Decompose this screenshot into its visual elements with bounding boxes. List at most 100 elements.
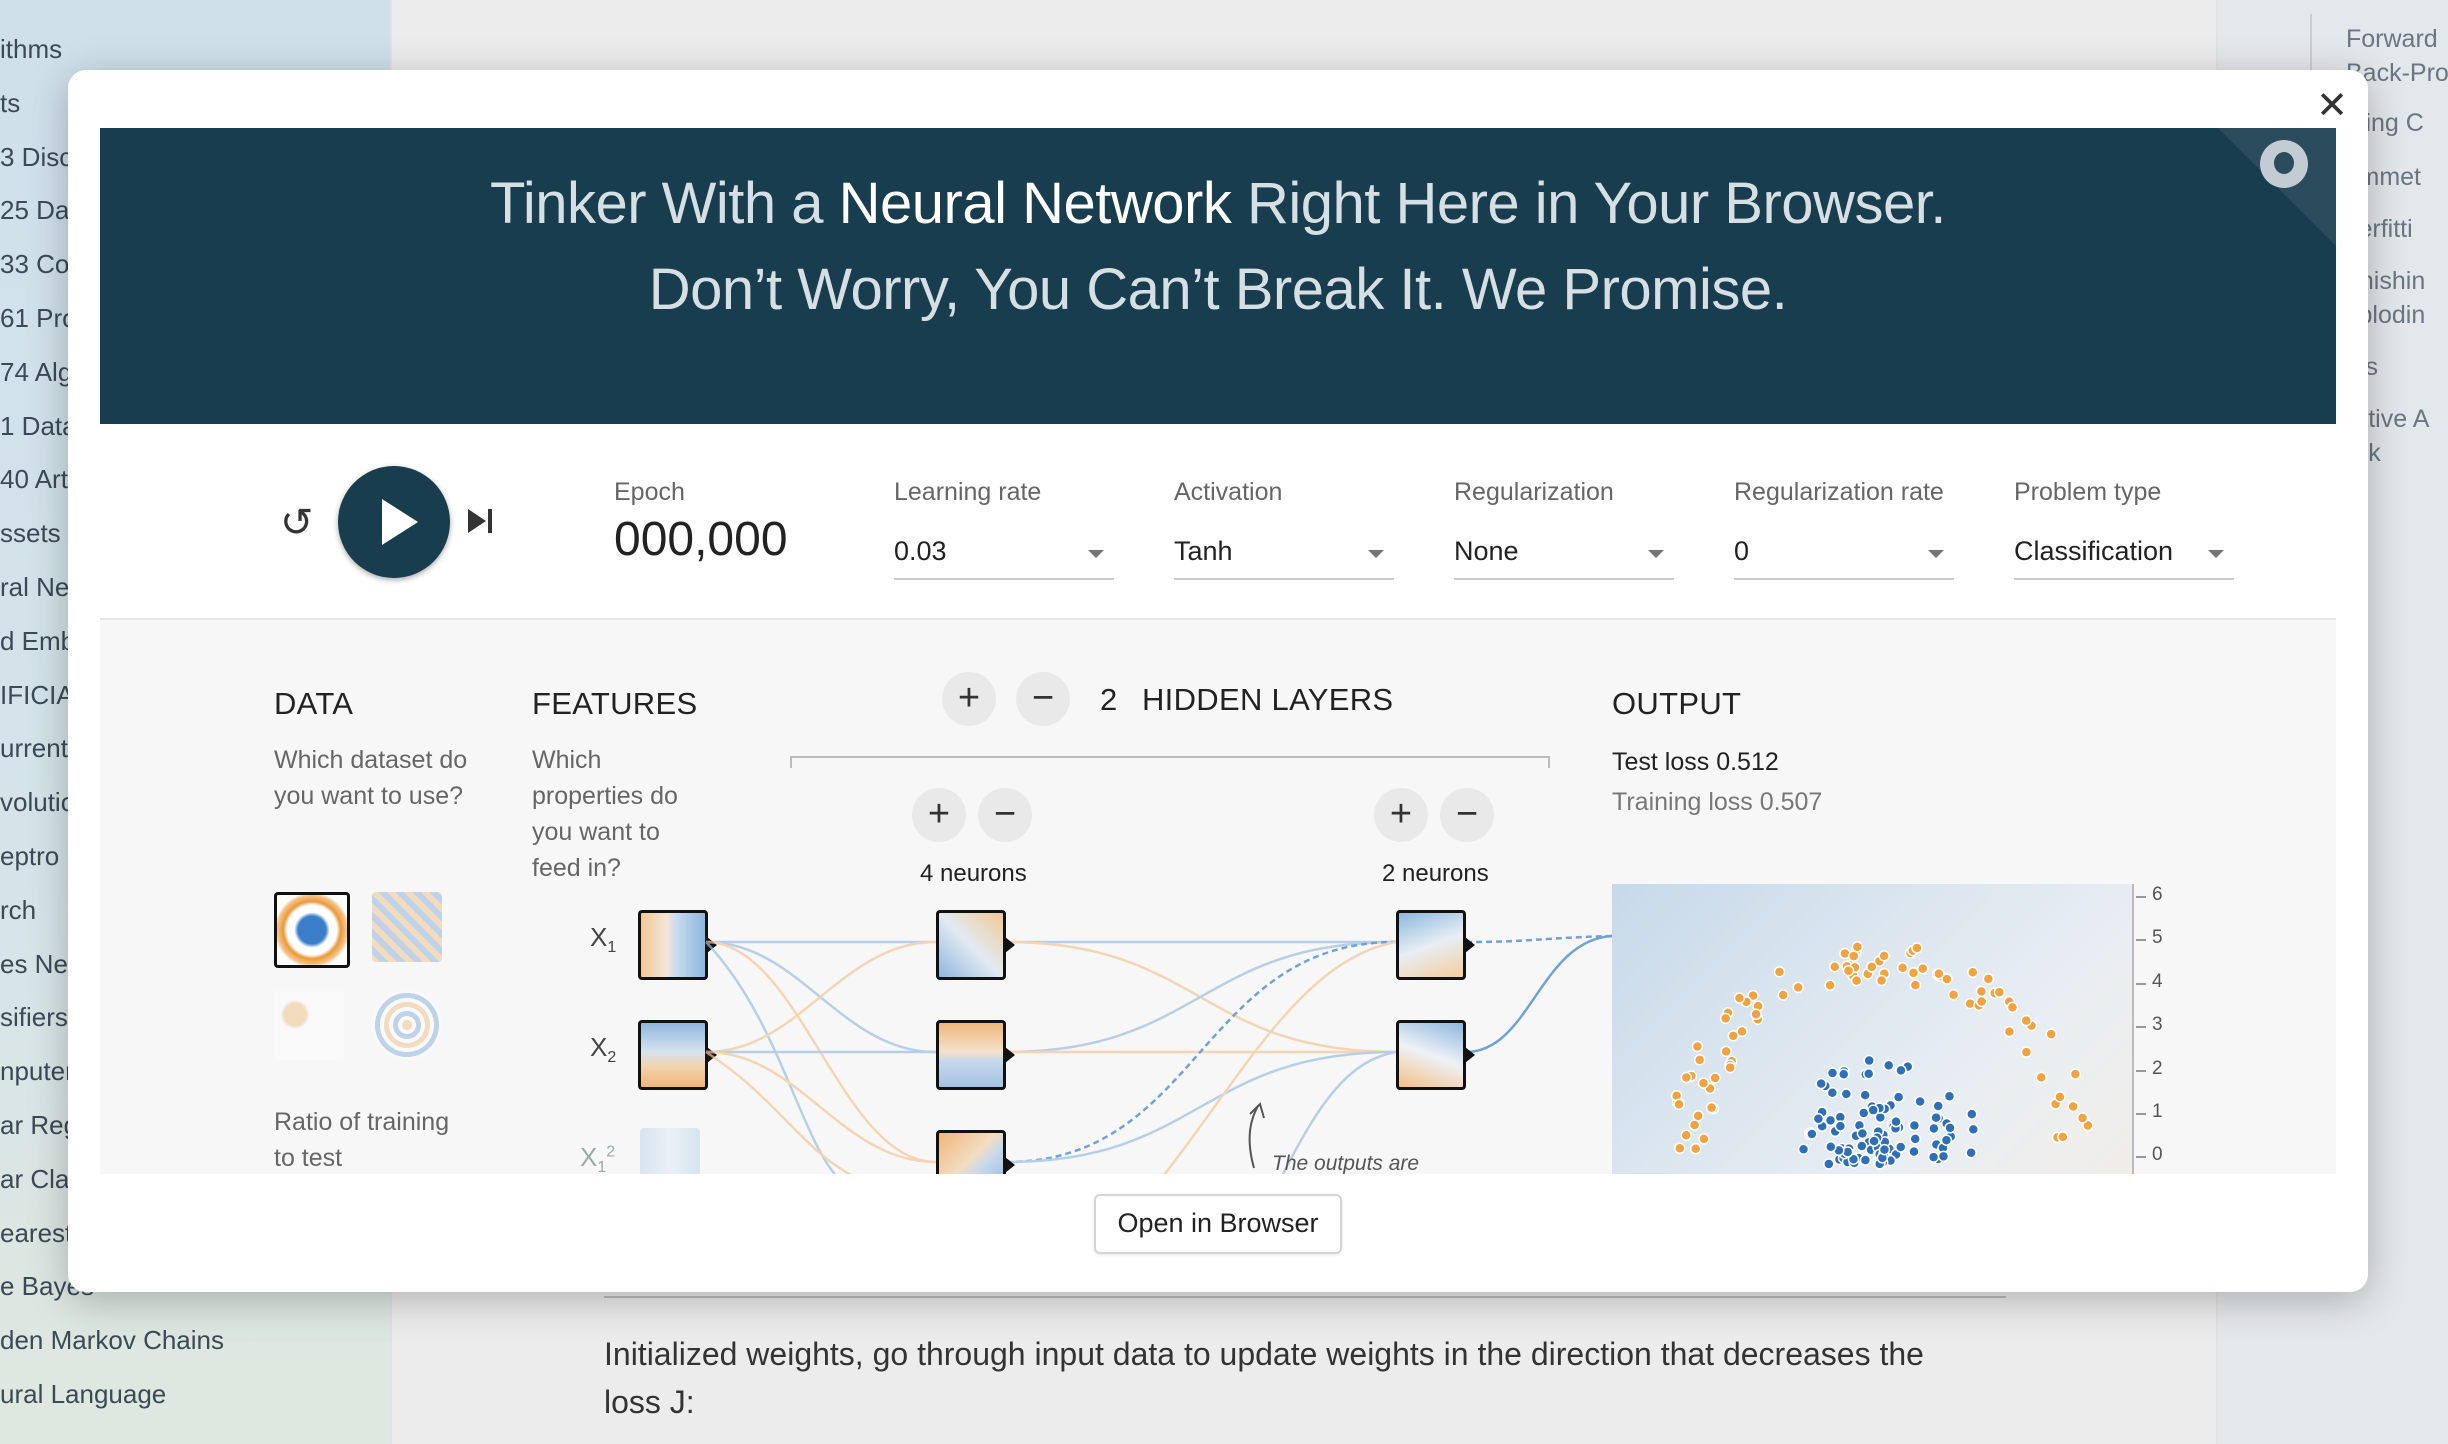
scatter-point-orange (1842, 964, 1855, 977)
background-nav-item[interactable]: rch (0, 895, 36, 926)
scatter-point-orange (1724, 1061, 1736, 1074)
background-nav-item[interactable]: ar Reg (0, 1110, 78, 1141)
add-neuron-layer1-button[interactable]: + (912, 788, 966, 842)
scatter-point-orange (2067, 1100, 2079, 1113)
scatter-point-blue (1909, 1133, 1921, 1145)
scatter-point-blue (1856, 1127, 1869, 1140)
activation-select[interactable]: Tanh (1174, 530, 1394, 580)
y-tick-mark (2136, 1026, 2146, 1029)
background-nav-item[interactable]: urrent (0, 733, 68, 764)
scatter-point-blue (1927, 1151, 1940, 1163)
background-nav-item[interactable]: 1 Data (0, 411, 77, 442)
add-neuron-layer2-button[interactable]: + (1374, 788, 1428, 842)
background-nav-item[interactable]: IFICIA (0, 680, 74, 711)
remove-neuron-layer2-button[interactable]: − (1440, 788, 1494, 842)
scatter-point-blue (1824, 1114, 1837, 1127)
activation-label: Activation (1174, 478, 1283, 506)
close-icon[interactable]: ✕ (2314, 87, 2350, 125)
scatter-point-orange (1673, 1098, 1685, 1111)
scatter-point-blue (1862, 1068, 1875, 1080)
background-toc-item[interactable]: Forward (2346, 22, 2438, 56)
scatter-point-orange (1792, 981, 1804, 994)
problem-type-select[interactable]: Classification (2014, 530, 2234, 580)
scatter-point-blue (1928, 1122, 1940, 1135)
epoch-value: 000,000 (614, 513, 788, 566)
test-loss: Test loss 0.512 (1612, 748, 1779, 776)
scatter-point-blue (1944, 1122, 1956, 1134)
background-nav-item[interactable]: volutio (0, 787, 75, 818)
scatter-point-orange (2045, 1028, 2057, 1040)
scatter-point-orange (1911, 942, 1923, 954)
scatter-point-orange (1689, 1142, 1702, 1155)
background-nav-item[interactable]: 3 Disc (0, 142, 72, 173)
background-nav-item[interactable]: ral Ne (0, 572, 69, 603)
scatter-point-orange (1982, 973, 1995, 985)
scatter-point-blue (1863, 1054, 1875, 1067)
background-nav-item[interactable]: 25 Dat (0, 195, 77, 226)
output-decision-plot (1612, 884, 2132, 1174)
scatter-point-blue (1815, 1077, 1827, 1090)
background-nav-item[interactable]: ural Language (0, 1379, 166, 1410)
y-axis (2132, 884, 2134, 1174)
scatter-point-orange (1680, 1129, 1692, 1142)
background-nav-item[interactable]: es Net (0, 949, 75, 980)
scatter-point-blue (1826, 1086, 1839, 1099)
scatter-point-blue (1908, 1119, 1921, 1132)
scatter-point-orange (1777, 989, 1789, 1001)
neuron-1-2[interactable] (936, 1020, 1015, 1090)
reset-icon[interactable]: ↺ (280, 500, 314, 546)
background-nav-item[interactable]: ssets (0, 518, 61, 549)
scatter-point-orange (2035, 1071, 2047, 1084)
scatter-point-blue (1834, 1120, 1847, 1132)
scatter-point-orange (1947, 988, 1960, 1001)
scatter-point-blue (1937, 1150, 1950, 1163)
scatter-point-blue (1895, 1064, 1907, 1077)
regularization-rate-select[interactable]: 0 (1734, 530, 1954, 580)
step-forward-icon[interactable] (468, 506, 498, 536)
scatter-point-blue (1826, 1067, 1839, 1079)
scatter-point-orange (1680, 1071, 1693, 1084)
background-nav-item[interactable]: 74 Alg (0, 357, 72, 388)
scatter-point-orange (1750, 1008, 1762, 1021)
outputs-annotation: The outputs are (1272, 1152, 1420, 1174)
scatter-point-orange (1733, 992, 1746, 1004)
scatter-point-orange (1674, 1142, 1686, 1154)
background-nav-item[interactable]: den Markov Chains (0, 1325, 224, 1356)
y-tick-mark (2136, 1156, 2146, 1159)
neuron-1-3[interactable] (936, 1130, 1015, 1174)
background-nav-item[interactable]: 40 Art (0, 464, 68, 495)
hero-line-1: Tinker With a Neural Network Right Here … (490, 171, 1946, 236)
background-nav-item[interactable]: 33 Cor (0, 249, 78, 280)
background-nav-item[interactable]: 61 Pro (0, 303, 77, 334)
background-nav-item[interactable]: ar Cla (0, 1164, 69, 1195)
scatter-point-orange (1851, 941, 1864, 953)
github-icon[interactable] (2260, 140, 2308, 188)
regularization-select[interactable]: None (1454, 530, 1674, 580)
background-nav-item[interactable]: ts (0, 88, 20, 119)
scatter-point-orange (2054, 1091, 2066, 1103)
scatter-point-orange (1975, 985, 1988, 998)
layer1-neuron-count: 4 neurons (920, 860, 1027, 887)
play-button[interactable] (338, 466, 450, 578)
background-nav-item[interactable]: ithms (0, 34, 62, 65)
background-nav-item[interactable]: d Emb (0, 626, 75, 657)
background-nav-item[interactable]: sifiers (0, 1002, 68, 1033)
playground-workspace: DATA Which dataset do you want to use? R… (100, 620, 2336, 1174)
neuron-2-1[interactable] (1396, 910, 1475, 980)
remove-neuron-layer1-button[interactable]: − (978, 788, 1032, 842)
background-nav-item[interactable]: eptro (0, 841, 59, 872)
controls-bar: ↺ Epoch 000,000 Learning rate 0.03 Activ… (100, 424, 2336, 620)
scatter-point-orange (1875, 974, 1888, 987)
background-nav-item[interactable]: nputer (0, 1056, 74, 1087)
scatter-point-orange (1975, 995, 1988, 1008)
neuron-1-1[interactable] (936, 910, 1015, 980)
neuron-2-2[interactable] (1396, 1020, 1475, 1090)
y-tick-label: 2 (2152, 1057, 2163, 1079)
learning-rate-select[interactable]: 0.03 (894, 530, 1114, 580)
open-in-browser-button[interactable]: Open in Browser (1094, 1194, 1342, 1254)
y-tick-mark (2136, 1069, 2146, 1072)
scatter-point-orange (1691, 1040, 1704, 1053)
scatter-point-orange (1698, 1133, 1710, 1145)
output-heading: OUTPUT (1612, 686, 1742, 721)
scatter-point-blue (1943, 1090, 1956, 1102)
